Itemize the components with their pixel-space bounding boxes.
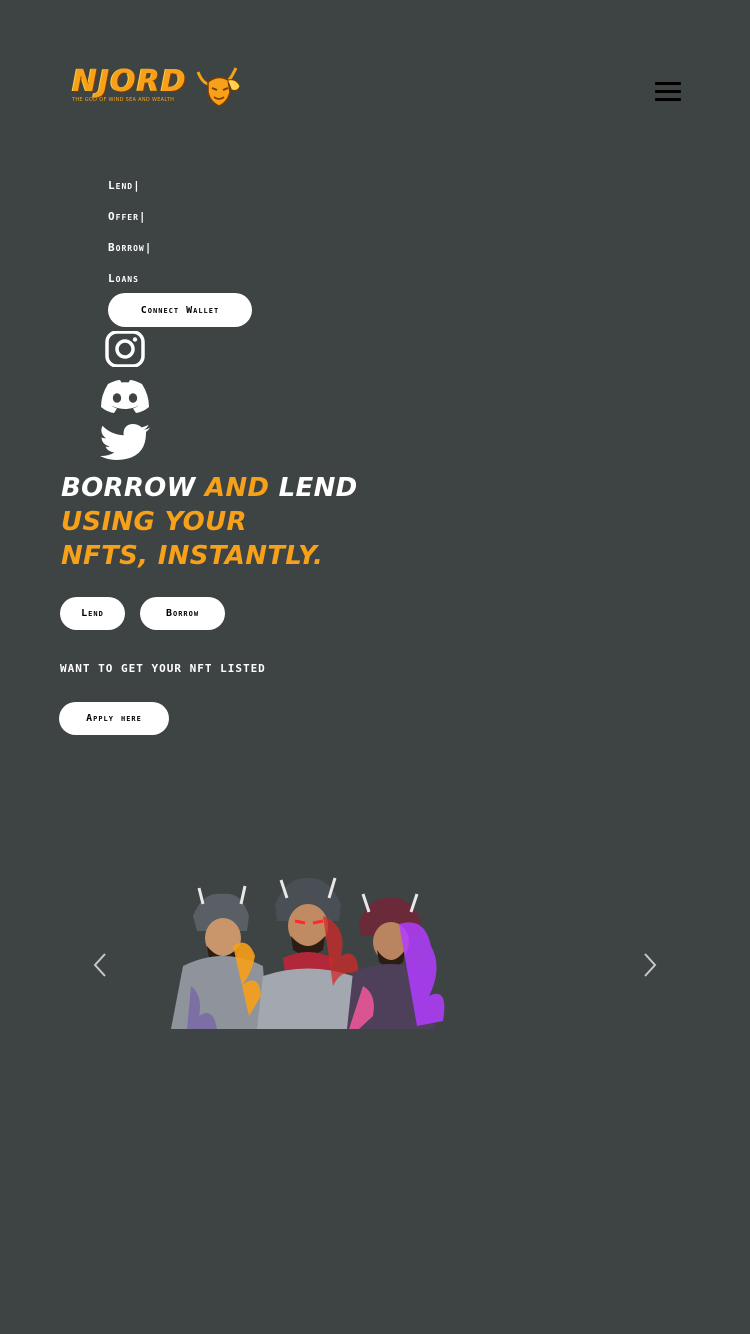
hamburger-line — [655, 98, 681, 101]
nav-item-lend[interactable]: Lend| — [108, 176, 152, 207]
discord-icon[interactable] — [99, 379, 151, 413]
brand-logo[interactable]: NJORD THE GOD OF WIND SEA AND WEALTH — [70, 64, 245, 110]
nav-item-borrow[interactable]: Borrow| — [108, 238, 152, 269]
hero-line-3: NFTS, INSTANTLY. — [61, 541, 324, 571]
warrior-right — [347, 893, 445, 1029]
hero-word-lend: LEND — [278, 473, 358, 503]
nft-warriors-image — [171, 877, 445, 1029]
connect-wallet-button[interactable]: Connect Wallet — [108, 293, 252, 327]
borrow-button[interactable]: Borrow — [140, 597, 225, 630]
warrior-middle — [257, 877, 359, 1029]
hamburger-line — [655, 82, 681, 85]
hero-word-and: AND — [204, 473, 270, 503]
nav-item-offer[interactable]: Offer| — [108, 207, 152, 238]
hero-word-borrow: BORROW — [61, 473, 196, 503]
brand-tagline: THE GOD OF WIND SEA AND WEALTH — [72, 97, 175, 103]
brand-name: NJORD — [72, 64, 187, 99]
instagram-icon[interactable] — [105, 331, 145, 367]
hero-line-1: BORROW AND LEND — [61, 471, 381, 505]
apply-here-button[interactable]: Apply here — [59, 702, 169, 735]
menu-hamburger-icon[interactable] — [655, 82, 681, 102]
warrior-left — [171, 885, 267, 1029]
hamburger-line — [655, 90, 681, 93]
chevron-left-icon[interactable] — [92, 950, 108, 980]
hero-line-2: USING YOUR — [61, 507, 247, 537]
hero-heading: BORROW AND LEND USING YOUR NFTS, INSTANT… — [61, 471, 381, 573]
twitter-icon[interactable] — [100, 424, 152, 460]
viking-mascot-icon — [196, 67, 241, 107]
listing-prompt: want to get your nft listed — [60, 662, 266, 675]
lend-button[interactable]: Lend — [60, 597, 125, 630]
chevron-right-icon[interactable] — [642, 950, 658, 980]
main-nav: Lend| Offer| Borrow| Loans — [108, 176, 152, 300]
